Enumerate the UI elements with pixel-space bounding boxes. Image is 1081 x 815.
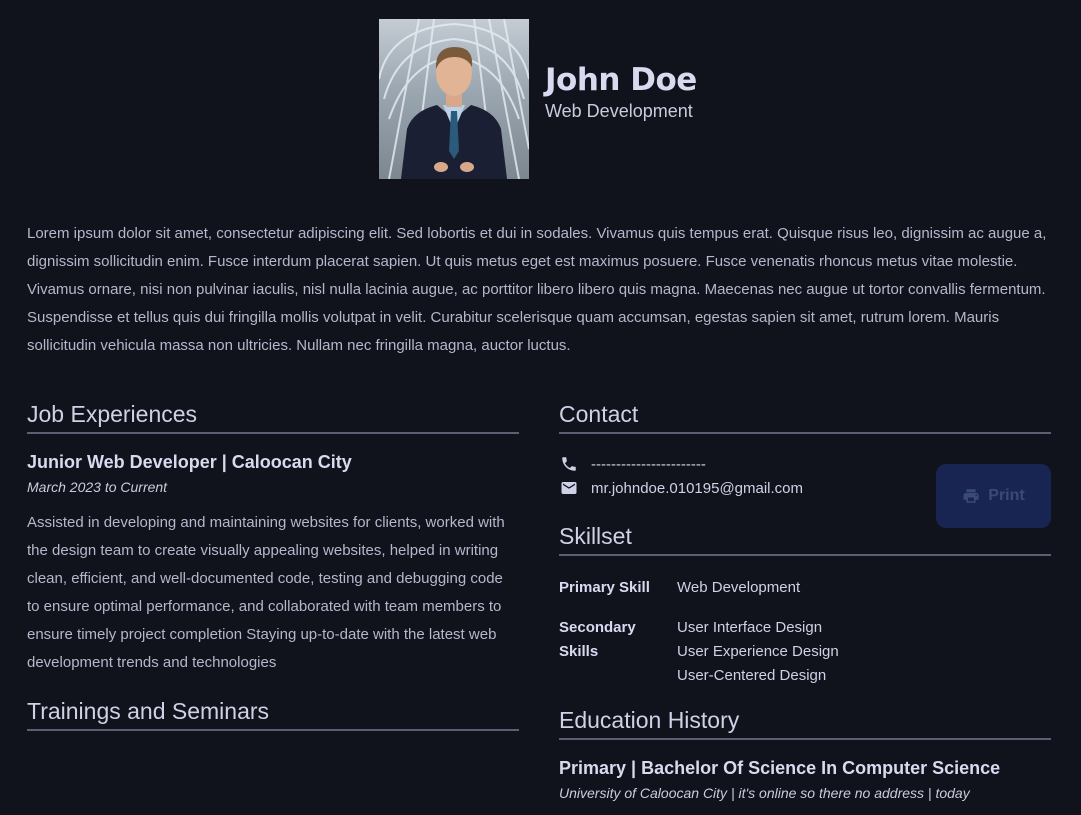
- section-title-contact: Contact: [559, 398, 1051, 434]
- skill-table: Primary Skill Web Development Secondary …: [559, 576, 1051, 688]
- job-date: March 2023 to Current: [27, 479, 168, 495]
- profile-role: Web Development: [545, 101, 693, 122]
- contact-phone: -----------------------: [591, 455, 706, 473]
- phone-icon: [559, 454, 579, 474]
- printer-icon: [962, 487, 980, 505]
- primary-skill-value: Web Development: [677, 579, 801, 596]
- profile-photo: [379, 19, 529, 179]
- job-title: Junior Web Developer | Caloocan City: [27, 452, 352, 472]
- mail-icon: [559, 478, 579, 498]
- profile-header: John Doe Web Development: [379, 19, 697, 179]
- secondary-skill-values: User Interface Design User Experience De…: [677, 616, 839, 688]
- secondary-skill-item: User Experience Design: [677, 643, 839, 660]
- name-block: John Doe Web Development: [545, 62, 697, 122]
- profile-name: John Doe: [545, 61, 697, 98]
- skill-row-secondary: Secondary Skills User Interface Design U…: [559, 616, 1051, 688]
- job-description: Assisted in developing and maintaining w…: [27, 514, 505, 671]
- primary-skill-label: Primary Skill: [559, 579, 650, 596]
- section-title-job: Job Experiences: [27, 398, 519, 434]
- secondary-skill-label: Secondary Skills: [559, 619, 636, 660]
- about-paragraph: Lorem ipsum dolor sit amet, consectetur …: [27, 225, 1047, 354]
- section-title-trainings: Trainings and Seminars: [27, 695, 519, 731]
- left-column: Job Experiences Junior Web Developer | C…: [27, 398, 519, 731]
- print-button[interactable]: Print: [936, 464, 1051, 528]
- contact-email[interactable]: mr.johndoe.010195@gmail.com: [591, 480, 803, 497]
- print-button-label: Print: [988, 487, 1025, 504]
- right-column: Contact ----------------------- mr.johnd…: [559, 398, 1051, 801]
- education-degree: Primary | Bachelor Of Science In Compute…: [559, 758, 1001, 778]
- education-school: University of Caloocan City | it's onlin…: [559, 785, 970, 801]
- secondary-skill-item: User Interface Design: [677, 619, 823, 636]
- section-title-education: Education History: [559, 704, 1051, 740]
- secondary-skill-item: User-Centered Design: [677, 667, 827, 684]
- skill-row-primary: Primary Skill Web Development: [559, 576, 1051, 600]
